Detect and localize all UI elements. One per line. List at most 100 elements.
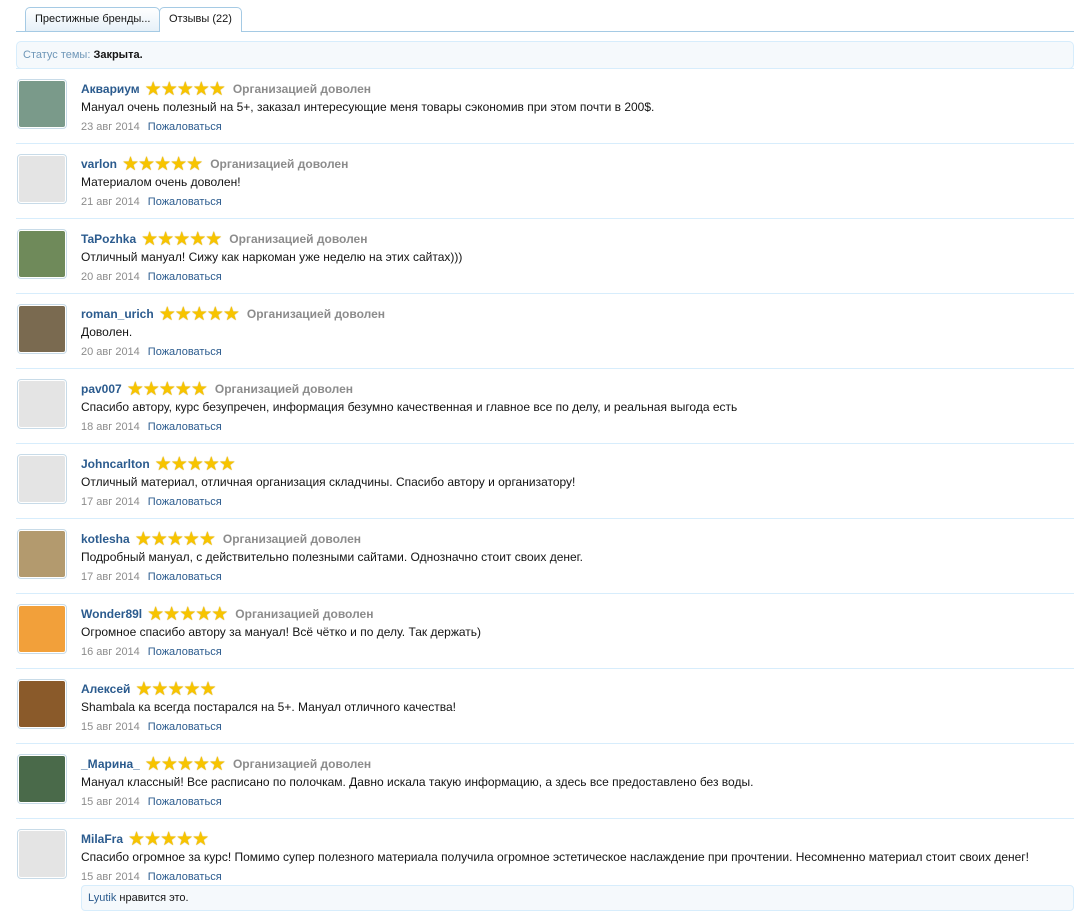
username-link[interactable]: TaPozhka [81,232,136,246]
report-link[interactable]: Пожаловаться [148,646,222,658]
username-link[interactable]: Алексей [81,682,130,696]
avatar[interactable] [17,754,67,804]
review-meta: 21 авг 2014 Пожаловаться [81,196,222,208]
star-rating-icon: ★★★★★ [144,753,226,775]
review-date[interactable]: 23 авг 2014 [81,121,140,133]
rating-text: Организацией доволен [232,82,372,96]
status-label: Статус темы: [23,49,91,61]
review-meta: 15 авг 2014 Пожаловаться [81,871,222,883]
username-link[interactable]: Johncarlton [81,457,150,471]
tab-brands[interactable]: Престижные бренды... [25,7,161,31]
review-date[interactable]: 21 авг 2014 [81,196,140,208]
avatar[interactable] [17,604,67,654]
username-link[interactable]: Wonder89l [81,607,142,621]
review-header: Алексей ★★★★★ [81,679,224,700]
review-meta: 18 авг 2014 Пожаловаться [81,421,222,433]
avatar[interactable] [17,529,67,579]
review-date[interactable]: 16 авг 2014 [81,646,140,658]
review-date[interactable]: 17 авг 2014 [81,571,140,583]
thread-status: Статус темы: Закрыта. [16,41,1074,69]
rating-text: Организацией доволен [229,232,368,246]
review-meta: 17 авг 2014 Пожаловаться [81,496,222,508]
review-message: Подробный мануал, с действительно полезн… [81,550,583,564]
tab-bar: Престижные бренды... Отзывы (22) [16,7,1074,32]
review-meta: 15 авг 2014 Пожаловаться [81,796,222,808]
avatar-image [19,456,65,502]
like-user-link[interactable]: Lyutik [88,892,116,904]
review-meta: 23 авг 2014 Пожаловаться [81,121,222,133]
username-link[interactable]: _Марина_ [81,757,140,771]
username-link[interactable]: roman_urich [81,307,154,321]
report-link[interactable]: Пожаловаться [148,421,222,433]
avatar-image [19,531,65,577]
report-link[interactable]: Пожаловаться [148,271,222,283]
review-item: Johncarlton ★★★★★ Отличный материал, отл… [16,443,1074,519]
review-header: roman_urich ★★★★★ Организацией доволен [81,304,386,325]
avatar[interactable] [17,679,67,729]
star-rating-icon: ★★★★★ [126,378,208,400]
report-link[interactable]: Пожаловаться [148,346,222,358]
star-rating-icon: ★★★★★ [128,828,209,850]
rating-text: Организацией доволен [210,157,349,171]
avatar[interactable] [17,829,67,879]
avatar-image [19,306,65,352]
avatar[interactable] [17,454,67,504]
review-message: Доволен. [81,325,133,339]
avatar-image [19,681,65,727]
avatar[interactable] [17,379,67,429]
username-link[interactable]: varlon [81,157,117,171]
username-link[interactable]: pav007 [81,382,122,396]
review-message: Отличный материал, отличная организация … [81,475,576,489]
review-message: Спасибо автору, курс безупречен, информа… [81,400,738,414]
star-rating-icon: ★★★★★ [147,603,228,625]
review-meta: 15 авг 2014 Пожаловаться [81,721,222,733]
review-header: MilaFra ★★★★★ [81,828,216,850]
rating-text: Организацией доволен [246,307,386,321]
review-date[interactable]: 15 авг 2014 [81,796,140,808]
status-value: Закрыта. [93,49,143,61]
avatar-image [19,156,65,202]
review-date[interactable]: 17 авг 2014 [81,496,140,508]
star-rating-icon: ★★★★★ [134,528,216,550]
review-message: Спасибо огромное за курс! Помимо супер п… [81,850,1029,864]
review-date[interactable]: 20 авг 2014 [81,346,140,358]
report-link[interactable]: Пожаловаться [148,796,222,808]
report-link[interactable]: Пожаловаться [148,871,222,883]
likes-bar: Lyutik нравится это. [81,885,1074,911]
review-date[interactable]: 15 авг 2014 [81,871,140,883]
likes-text: нравится это. [116,892,189,904]
review-item: Алексей ★★★★★ Shambala ка всегда постара… [16,668,1074,744]
review-meta: 20 авг 2014 Пожаловаться [81,346,222,358]
report-link[interactable]: Пожаловаться [148,571,222,583]
avatar[interactable] [17,304,67,354]
review-header: TaPozhka ★★★★★ Организацией доволен [81,229,368,250]
review-item: pav007 ★★★★★ Организацией доволен Спасиб… [16,368,1074,444]
review-date[interactable]: 18 авг 2014 [81,421,140,433]
tab-reviews[interactable]: Отзывы (22) [159,7,242,32]
review-message: Материалом очень доволен! [81,175,241,189]
username-link[interactable]: kotlesha [81,532,130,546]
avatar-image [19,756,65,802]
review-date[interactable]: 20 авг 2014 [81,271,140,283]
review-item: varlon ★★★★★ Организацией доволен Матери… [16,143,1074,219]
avatar-image [19,231,65,277]
review-date[interactable]: 15 авг 2014 [81,721,140,733]
review-header: kotlesha ★★★★★ Организацией доволен [81,528,361,550]
review-meta: 16 авг 2014 Пожаловаться [81,646,222,658]
report-link[interactable]: Пожаловаться [148,721,222,733]
review-item: Wonder89l ★★★★★ Организацией доволен Огр… [16,593,1074,669]
review-item: MilaFra ★★★★★ Спасибо огромное за курс! … [16,818,1074,894]
username-link[interactable]: Аквариум [81,82,140,96]
avatar[interactable] [17,229,67,279]
review-item: roman_urich ★★★★★ Организацией доволен Д… [16,293,1074,369]
avatar-image [19,381,65,427]
rating-text: Организацией доволен [214,382,354,396]
report-link[interactable]: Пожаловаться [148,196,222,208]
report-link[interactable]: Пожаловаться [148,121,222,133]
avatar[interactable] [17,79,67,129]
review-item: Аквариум ★★★★★ Организацией доволен Ману… [16,68,1074,144]
star-rating-icon: ★★★★★ [122,153,203,175]
username-link[interactable]: MilaFra [81,832,123,846]
avatar[interactable] [17,154,67,204]
report-link[interactable]: Пожаловаться [148,496,222,508]
